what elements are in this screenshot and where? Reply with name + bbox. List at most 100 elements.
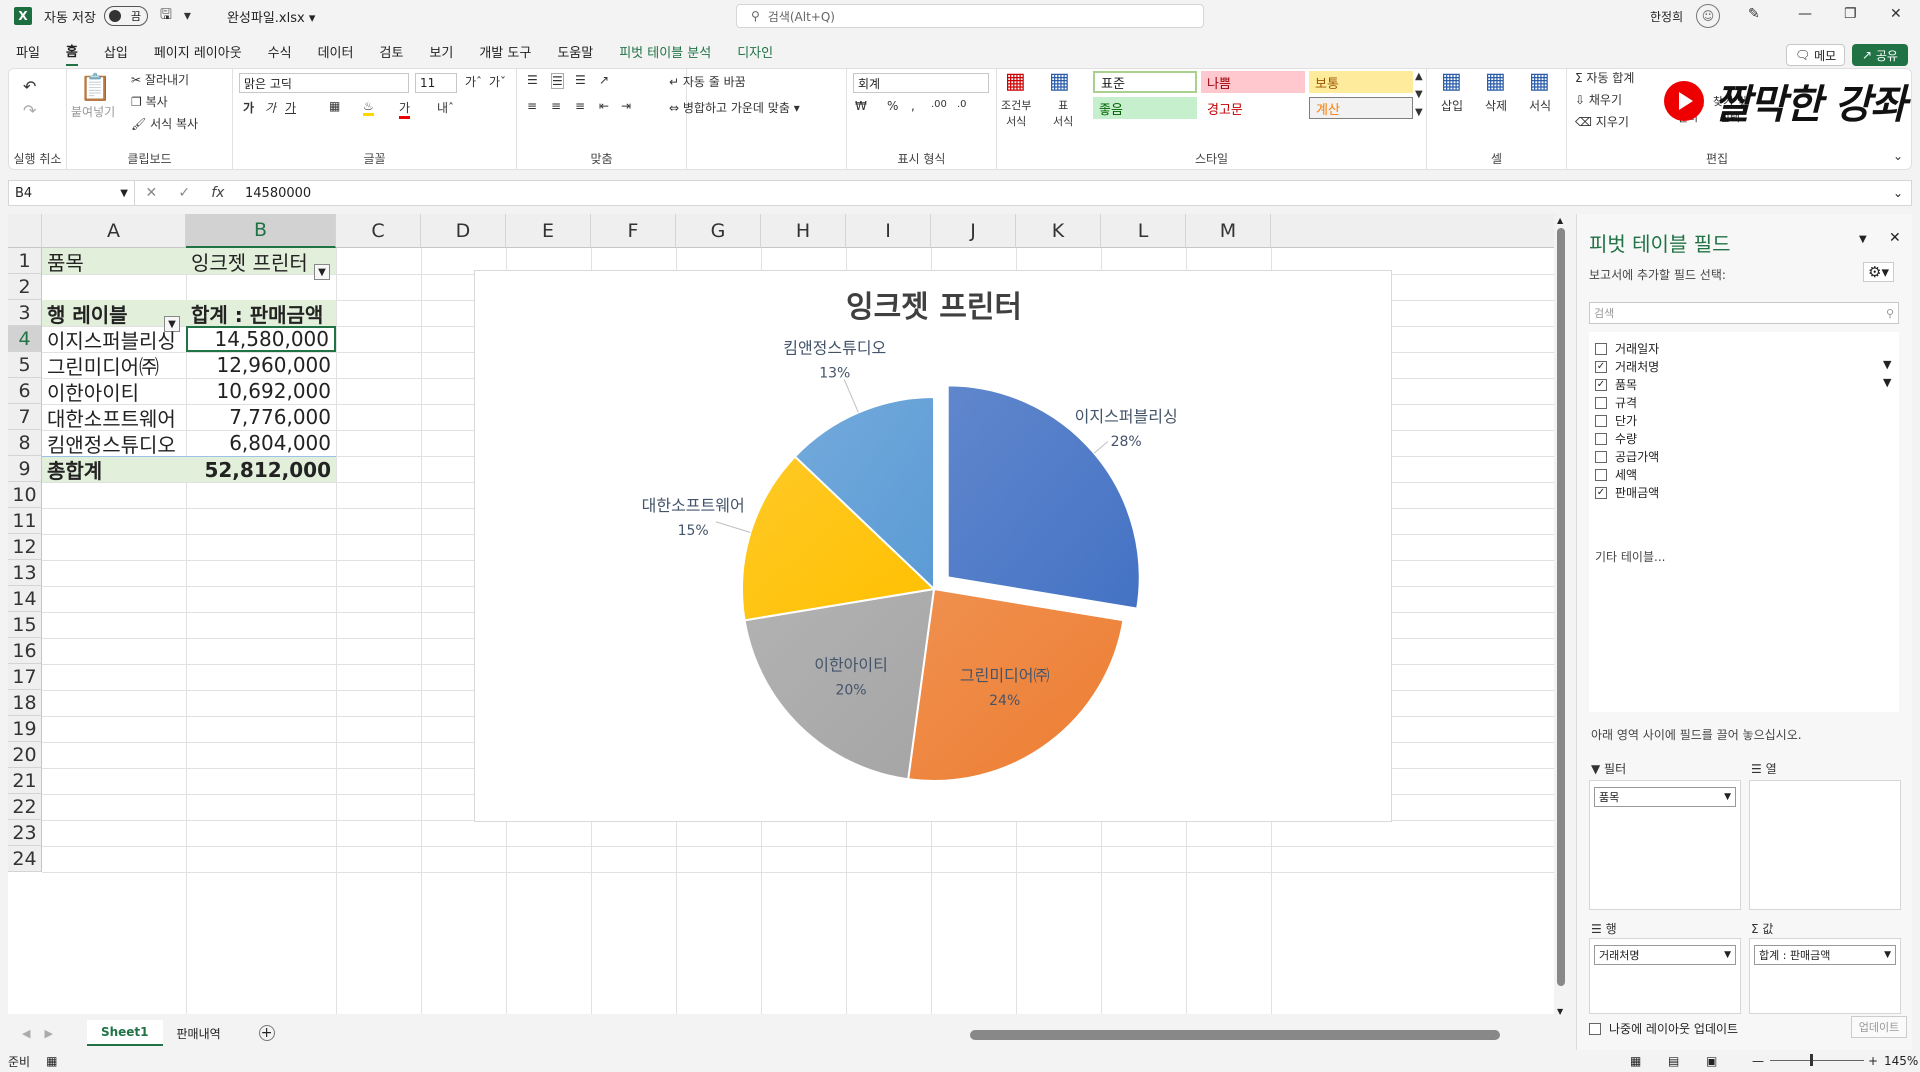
slice-percent-label[interactable]: 15% [678,523,709,539]
pie-chart[interactable]: 잉크젯 프린터 이지스퍼블리싱 28% 그린미디어㈜ 24% 이한아이티 20% 대한소프트… [474,270,1392,822]
format-cells-icon[interactable]: ▦ [1529,69,1550,94]
slice-category-label[interactable]: 킴앤정스튜디오 [783,338,886,357]
formula-input[interactable]: 14580000 [235,186,311,201]
field-filter-icon[interactable]: ▼ [1883,376,1891,389]
format-painter-button[interactable]: 🖌 서식 복사 [131,115,198,132]
field-item[interactable]: 공급가액 [1595,448,1659,465]
field-item[interactable]: 단가 [1595,412,1637,429]
filter-field-pill[interactable]: 품목 ▼ [1594,787,1736,807]
row-value-selected[interactable]: 14,580,000 [186,326,336,352]
wrap-text-button[interactable]: ↵ 자동 줄 바꿈 [669,73,746,90]
conditional-format-button[interactable]: 조건부 서식 [1001,97,1031,129]
clear-button[interactable]: ⌫ 지우기 [1575,113,1629,130]
row-header[interactable]: 3 [8,300,42,326]
normal-view-icon[interactable]: ▦ [1630,1054,1641,1068]
value-pill-dropdown-icon[interactable]: ▼ [1884,950,1891,960]
paste-button[interactable]: 붙여넣기 [71,103,115,120]
row-header[interactable]: 21 [8,768,42,794]
tab-design[interactable]: 디자인 [737,38,773,65]
autosave-toggle[interactable]: 끔 [103,6,148,26]
filter-dropdown-icon[interactable]: ▼ [314,264,330,280]
column-header[interactable]: F [591,214,676,248]
align-right-icon[interactable]: ≡ [575,99,585,113]
row-header[interactable]: 16 [8,638,42,664]
insert-function-icon[interactable]: fx [211,185,224,201]
column-header[interactable]: M [1186,214,1271,248]
column-header[interactable]: A [42,214,186,248]
column-header[interactable]: L [1101,214,1186,248]
font-size-select[interactable]: 11 [415,73,457,93]
tab-developer[interactable]: 개발 도구 [479,38,531,65]
enter-icon[interactable]: ✓ [178,185,190,201]
zoom-level[interactable]: 145% [1884,1054,1918,1068]
row-header[interactable]: 7 [8,404,42,430]
sum-header[interactable]: 합계 : 판매금액 [186,300,336,326]
filter-pill-dropdown-icon[interactable]: ▼ [1724,792,1731,802]
tab-pivot-analyze[interactable]: 피벗 테이블 분석 [619,38,711,65]
underline-icon[interactable]: 가 [285,99,296,116]
pen-icon[interactable]: ✎ [1748,6,1760,22]
pane-options-icon[interactable]: ▼ [1859,234,1867,245]
copy-button[interactable]: ❐ 복사 [131,93,168,110]
column-header[interactable]: K [1016,214,1101,248]
tab-review[interactable]: 검토 [379,38,403,65]
tab-data[interactable]: 데이터 [318,38,354,65]
column-header[interactable]: J [931,214,1016,248]
defer-update-checkbox[interactable] [1589,1022,1601,1035]
row-label[interactable]: 킴앤정스튜디오 [42,430,186,457]
user-name[interactable]: 한정희 [1650,8,1683,25]
style-calculation[interactable]: 계산 [1309,97,1413,119]
insert-cells-icon[interactable]: ▦ [1441,69,1462,94]
tab-formulas[interactable]: 수식 [268,38,292,65]
page-layout-view-icon[interactable]: ▤ [1668,1054,1679,1068]
paste-icon[interactable]: 📋 [79,73,111,103]
row-value[interactable]: 6,804,000 [186,430,336,456]
row-value[interactable]: 7,776,000 [186,404,336,430]
row-header[interactable]: 5 [8,352,42,378]
zoom-out-icon[interactable]: — [1752,1054,1764,1068]
columns-area[interactable] [1749,780,1901,910]
row-header[interactable]: 8 [8,430,42,456]
field-checkbox[interactable]: ✓ [1595,360,1607,373]
merge-center-button[interactable]: ⇔ 병합하고 가운데 맞춤 ▾ [669,99,800,116]
field-item[interactable]: 세액 [1595,466,1637,483]
horizontal-scroll-thumb[interactable] [970,1030,1500,1040]
column-header[interactable]: D [421,214,506,248]
fill-button[interactable]: ⇩ 채우기 [1575,91,1622,108]
insert-cells-button[interactable]: 삽입 [1441,97,1463,114]
styles-scroll-down-icon[interactable]: ▼ [1415,89,1423,100]
table-format-button[interactable]: 표 서식 [1053,97,1073,129]
slice-percent-label[interactable]: 24% [989,693,1020,709]
row-header[interactable]: 18 [8,690,42,716]
conditional-format-icon[interactable]: ▦ [1005,69,1026,94]
format-cells-button[interactable]: 서식 [1529,97,1551,114]
styles-more-icon[interactable]: ▼ [1415,107,1423,118]
row-header[interactable]: 12 [8,534,42,560]
column-header[interactable]: B [186,214,336,248]
more-tables-link[interactable]: 기타 테이블... [1595,548,1665,565]
memo-button[interactable]: 🗨 메모 [1786,44,1846,66]
autosum-button[interactable]: Σ 자동 합계 [1575,69,1634,86]
update-button[interactable]: 업데이트 [1851,1016,1907,1038]
values-area[interactable]: 합계 : 판매금액 ▼ [1749,938,1901,1014]
grow-font-icon[interactable]: 가ˆ [465,73,482,90]
row-label[interactable]: 이한아이티 [42,378,186,405]
column-header[interactable]: H [761,214,846,248]
value-field-pill[interactable]: 합계 : 판매금액 ▼ [1754,945,1896,965]
zoom-slider-thumb[interactable] [1810,1054,1813,1066]
row-header[interactable]: 24 [8,846,42,872]
cut-button[interactable]: ✂ 잘라내기 [131,71,189,88]
field-checkbox[interactable] [1595,414,1607,427]
orientation-icon[interactable]: ↗ [599,73,609,87]
column-header[interactable]: C [336,214,421,248]
row-header[interactable]: 11 [8,508,42,534]
chart-title[interactable]: 잉크젯 프린터 [846,290,1022,325]
collapse-ribbon-icon[interactable]: ⌄ [1893,149,1903,163]
filters-area[interactable]: 품목 ▼ [1589,780,1741,910]
delete-cells-button[interactable]: 삭제 [1485,97,1507,114]
bold-icon[interactable]: 가 [243,99,254,116]
row-header[interactable]: 17 [8,664,42,690]
column-header[interactable]: G [676,214,761,248]
grand-total-label[interactable]: 총합계 [42,456,186,482]
row-header[interactable]: 4 [8,326,42,352]
